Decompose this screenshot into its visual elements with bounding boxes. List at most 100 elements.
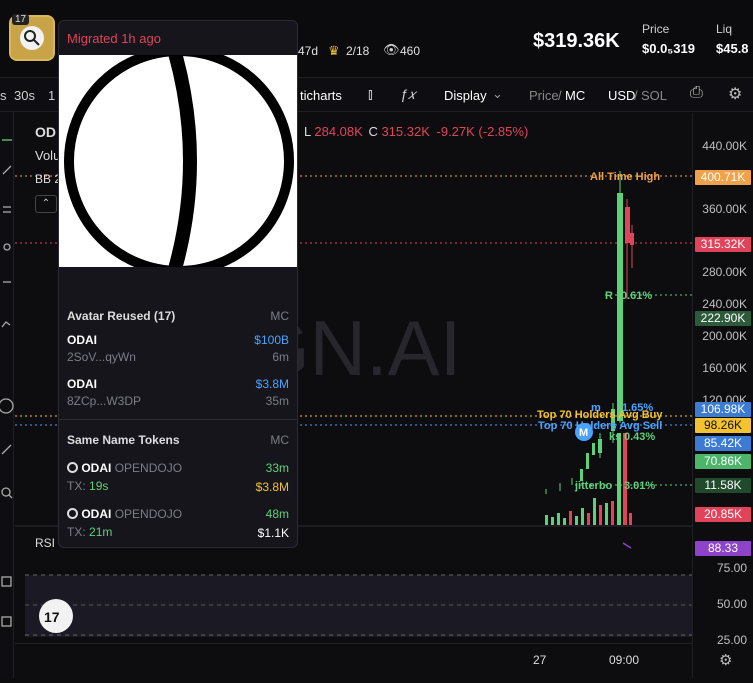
- market-cap: $319.36K: [533, 30, 620, 52]
- x-tick: 09:00: [609, 653, 640, 667]
- volume-badge: 20.85K: [695, 507, 751, 522]
- indicators-button[interactable]: ticharts: [300, 88, 342, 103]
- jitter-label: jitterbo: [574, 480, 613, 492]
- jitter-badge: 11.58K: [695, 478, 751, 493]
- r-label: R: [605, 290, 613, 302]
- tx-value: 21m: [89, 525, 113, 539]
- mc-toggle[interactable]: MC: [565, 88, 585, 103]
- same-name-header: Same Name Tokens MC: [67, 433, 289, 447]
- time-axis[interactable]: 27 09:00: [15, 643, 692, 678]
- liq-label: Liq: [716, 22, 733, 36]
- ks-label: ks: [609, 431, 621, 443]
- change-value: -9.27K (-2.85%): [436, 124, 529, 139]
- token-mc: $1.1K: [257, 526, 289, 540]
- token-name: ODAI: [81, 507, 112, 521]
- legend-symbol: OD: [35, 124, 56, 140]
- token-age: 47d: [298, 44, 319, 58]
- mc-column-label: MC: [270, 433, 289, 447]
- list-item[interactable]: ODAI OPENDOJO 48m TX: 21m $1.1K: [67, 507, 289, 545]
- migrated-status: Migrated 1h ago: [67, 31, 161, 46]
- avg-sell-badge: 106.98K: [695, 402, 751, 417]
- rsi-label: RSI: [35, 536, 55, 550]
- legend-volume: Volu: [35, 148, 61, 163]
- r-pct: 0.61%: [621, 290, 652, 302]
- jitter-pct: 3.01%: [624, 480, 655, 492]
- list-item[interactable]: ODAI $3.8M 8ZCp...W3DP 35m: [67, 377, 289, 411]
- y-tick: 280.00K: [702, 265, 747, 279]
- sol-toggle[interactable]: SOL: [641, 88, 667, 103]
- tx-label: TX:: [67, 479, 86, 493]
- circle-logo-icon: [64, 46, 294, 276]
- list-item[interactable]: ODAI $100B 2SoV...qyWn 6m: [67, 333, 289, 367]
- token-logo-icon: [67, 508, 78, 519]
- fx-icon[interactable]: ƒ𝑥: [400, 86, 416, 103]
- legend-collapse-button[interactable]: ⌃: [35, 195, 57, 213]
- token-age: 48m: [265, 507, 289, 521]
- ks-pct: 0.43%: [624, 431, 655, 443]
- avg-buy-badge: 98.26K: [695, 418, 751, 433]
- token-name: ODAI: [67, 377, 97, 391]
- chevron-down-icon[interactable]: ⌄: [492, 86, 503, 102]
- drawing-tools-rail: [0, 112, 14, 678]
- camera-icon[interactable]: ⎙: [690, 84, 703, 102]
- avatar-reused-header: Avatar Reused (17) MC: [67, 309, 289, 323]
- y-tick: 25.00: [716, 633, 747, 647]
- usd-toggle[interactable]: USD: [608, 88, 635, 103]
- y-tick: 75.00: [716, 561, 747, 575]
- low-value: 284.08K: [314, 124, 363, 139]
- token-logo-icon: [67, 462, 78, 473]
- settings-icon[interactable]: ⚙: [728, 84, 742, 104]
- close-value: 315.32K: [381, 124, 430, 139]
- rsi-line: [622, 542, 632, 549]
- token-address: 8ZCp...W3DP: [67, 394, 142, 408]
- ath-badge: 400.71K: [695, 170, 751, 185]
- ohlc-readout: L 284.08K C 315.32K -9.27K (-2.85%): [304, 124, 528, 139]
- avatar-count-badge: 17: [12, 14, 30, 25]
- tx-value: 19s: [89, 479, 109, 493]
- token-age: 35m: [265, 394, 289, 408]
- avatar-reused-title: Avatar Reused (17): [67, 309, 176, 323]
- token-subname: OPENDOJO: [114, 461, 183, 475]
- avatar-image: [59, 46, 297, 276]
- green-badge: 70.86K: [695, 454, 751, 469]
- eye-icon: 👁: [383, 42, 400, 57]
- crown-icon: ♛: [328, 43, 340, 58]
- y-tick: 200.00K: [702, 329, 747, 343]
- token-mc: $3.8M: [255, 480, 289, 494]
- volume-bars: [545, 433, 632, 525]
- token-subname: OPENDOJO: [114, 507, 183, 521]
- marker-letter: M: [579, 427, 588, 439]
- token-age: 33m: [265, 461, 289, 475]
- last-price-badge: 315.32K: [695, 237, 751, 252]
- price-axis[interactable]: 440.00K 360.00K 280.00K 240.00K 200.00K …: [692, 113, 753, 678]
- ath-label: All Time High: [590, 171, 660, 183]
- token-address: 2SoV...qyWn: [67, 350, 136, 364]
- token-name: ODAI: [81, 461, 112, 475]
- display-dropdown[interactable]: Display: [444, 88, 487, 103]
- price-value: $0.0₅319: [642, 41, 695, 56]
- axis-settings-icon[interactable]: ⚙: [719, 651, 732, 669]
- y-tick: 440.00K: [702, 139, 747, 153]
- interval-30s[interactable]: 30s: [14, 88, 35, 103]
- token-mc: $3.8M: [255, 377, 289, 391]
- interval-1[interactable]: 1: [48, 88, 55, 103]
- low-label: L: [304, 124, 311, 139]
- interval-s[interactable]: s: [0, 88, 7, 103]
- list-item[interactable]: ODAI OPENDOJO 33m TX: 19s $3.8M: [67, 461, 289, 499]
- x-tick: 27: [533, 653, 547, 667]
- price-toggle[interactable]: Price: [529, 88, 559, 103]
- y-tick: 50.00: [716, 597, 747, 611]
- token-age: 6m: [272, 350, 289, 364]
- liq-value: $45.8: [716, 41, 749, 56]
- usd-sol-separator: /: [634, 88, 638, 103]
- avatar-info-popup: Migrated 1h ago Avatar Reused (17) MC OD…: [58, 20, 298, 548]
- same-name-title: Same Name Tokens: [67, 433, 180, 447]
- candles-icon[interactable]: ⫾: [368, 86, 373, 103]
- price-label: Price: [642, 22, 670, 36]
- close-label: C: [368, 124, 378, 139]
- y-tick: 360.00K: [702, 202, 747, 216]
- holders-ratio: 2/18: [346, 44, 370, 58]
- view-count: 460: [400, 44, 421, 58]
- tool-icons[interactable]: [0, 112, 14, 678]
- token-name: ODAI: [67, 333, 97, 347]
